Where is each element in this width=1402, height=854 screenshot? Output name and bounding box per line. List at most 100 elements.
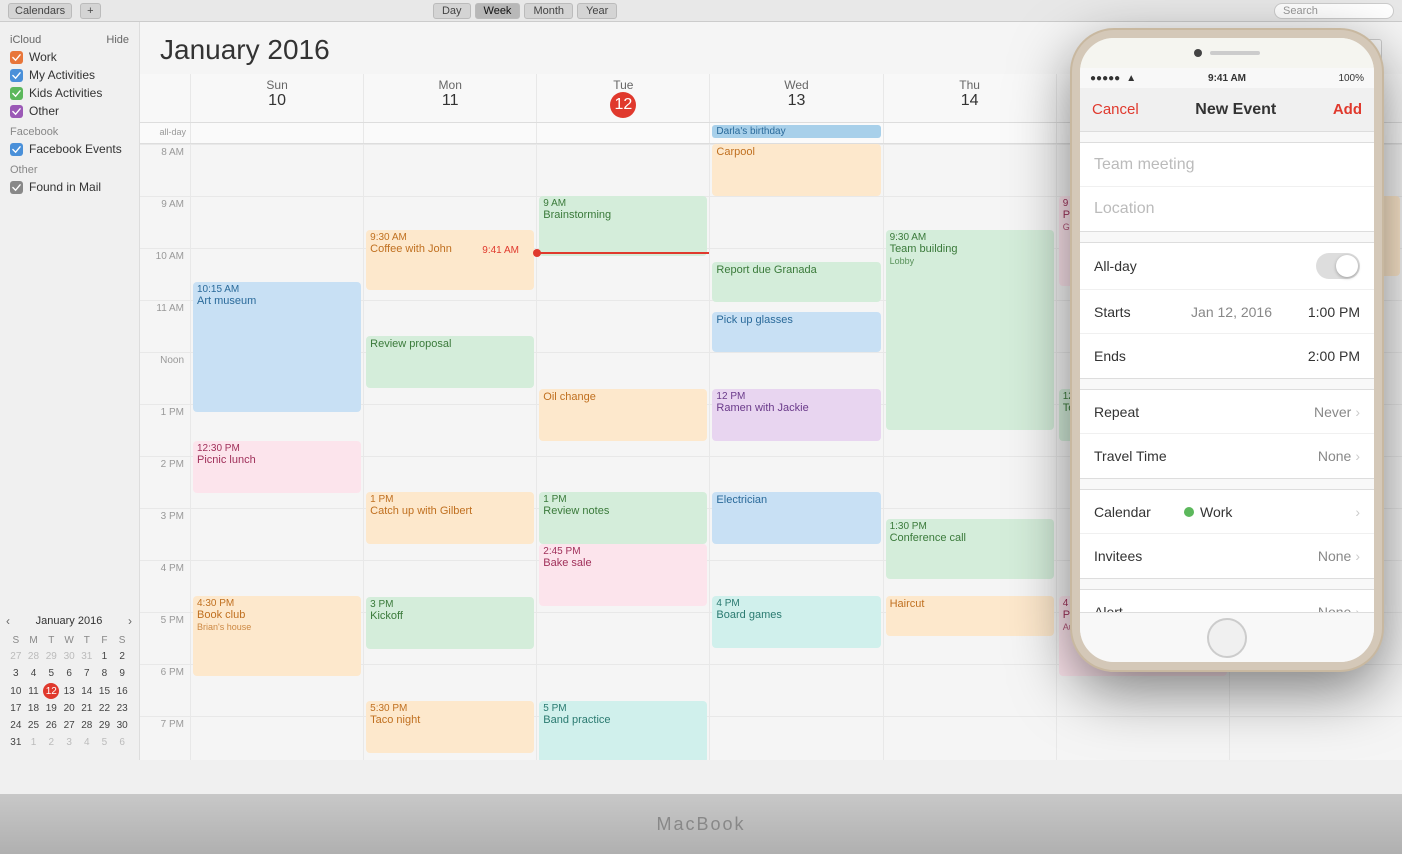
work-checkbox[interactable] (10, 51, 23, 64)
sidebar-item-my-activities[interactable]: My Activities (0, 66, 139, 84)
day-col-wed[interactable]: Carpool Report due Granada Pick up glass… (709, 144, 882, 760)
sidebar-item-facebook-events[interactable]: Facebook Events (0, 140, 139, 158)
invitees-field[interactable]: Invitees None › (1080, 534, 1374, 578)
mini-cal-date[interactable]: 1 (26, 735, 42, 750)
iphone-home-button[interactable] (1207, 618, 1247, 658)
event-kickoff[interactable]: 3 PM Kickoff (366, 597, 534, 649)
mini-cal-date[interactable]: 31 (79, 649, 95, 664)
mini-cal-date[interactable]: 13 (61, 683, 77, 699)
mini-cal-date[interactable]: 16 (114, 683, 130, 699)
found-in-mail-checkbox[interactable] (10, 181, 23, 194)
calendar-field[interactable]: Calendar Work › (1080, 490, 1374, 534)
alert-field[interactable]: Alert None › (1080, 590, 1374, 612)
day-col-sun[interactable]: 10:15 AM Art museum 12:30 PM Picnic lunc… (190, 144, 363, 760)
mini-cal-date[interactable]: 30 (114, 718, 130, 733)
sidebar-item-found-in-mail[interactable]: Found in Mail (0, 178, 139, 196)
sidebar-item-work[interactable]: Work (0, 48, 139, 66)
repeat-field[interactable]: Repeat Never › (1080, 390, 1374, 434)
mini-cal-date[interactable]: 1 (97, 649, 113, 664)
mini-cal-date[interactable]: 29 (97, 718, 113, 733)
event-team-building[interactable]: 9:30 AM Team building Lobby (886, 230, 1054, 430)
day-col-mon[interactable]: 9:30 AM Coffee with John Review proposal… (363, 144, 536, 760)
my-activities-checkbox[interactable] (10, 69, 23, 82)
event-title-field[interactable] (1080, 143, 1374, 187)
mini-cal-today[interactable]: 12 (43, 683, 59, 699)
mini-cal-date[interactable]: 27 (8, 649, 24, 664)
event-location-input[interactable] (1094, 200, 1360, 218)
mini-cal-date[interactable]: 22 (97, 701, 113, 716)
mini-cal-date[interactable]: 26 (43, 718, 59, 733)
event-report-due[interactable]: Report due Granada (712, 262, 880, 302)
allday-cell-mon[interactable] (363, 123, 536, 143)
mini-cal-date[interactable]: 5 (43, 666, 59, 681)
mini-cal-date[interactable]: 7 (79, 666, 95, 681)
mini-cal-date[interactable]: 6 (61, 666, 77, 681)
mini-cal-date[interactable]: 2 (114, 649, 130, 664)
add-calendar-button[interactable]: + (80, 3, 100, 19)
mini-cal-date[interactable]: 3 (8, 666, 24, 681)
mini-cal-date[interactable]: 5 (97, 735, 113, 750)
search-input[interactable]: Search (1274, 3, 1394, 19)
allday-cell-wed[interactable]: Darla's birthday (709, 123, 882, 143)
mini-cal-date[interactable]: 23 (114, 701, 130, 716)
kids-activities-checkbox[interactable] (10, 87, 23, 100)
mini-cal-next[interactable]: › (128, 614, 132, 628)
mini-cal-date[interactable]: 8 (97, 666, 113, 681)
event-band-practice[interactable]: 5 PM Band practice (539, 701, 707, 760)
mini-cal-date[interactable]: 6 (114, 735, 130, 750)
event-art-museum[interactable]: 10:15 AM Art museum (193, 282, 361, 412)
mini-cal-date[interactable]: 25 (26, 718, 42, 733)
event-review-notes[interactable]: 1 PM Review notes (539, 492, 707, 544)
event-title-input[interactable] (1094, 156, 1360, 174)
event-picnic-lunch[interactable]: 12:30 PM Picnic lunch (193, 441, 361, 493)
mini-cal-date[interactable]: 17 (8, 701, 24, 716)
facebook-events-checkbox[interactable] (10, 143, 23, 156)
mini-cal-date[interactable]: 14 (79, 683, 95, 699)
event-conference-call[interactable]: 1:30 PM Conference call (886, 519, 1054, 579)
mini-cal-date[interactable]: 27 (61, 718, 77, 733)
mini-cal-date[interactable]: 28 (26, 649, 42, 664)
event-coffee-with-john[interactable]: 9:30 AM Coffee with John (366, 230, 534, 290)
event-location-field[interactable] (1080, 187, 1374, 231)
event-ramen-jackie[interactable]: 12 PM Ramen with Jackie (712, 389, 880, 441)
event-pick-up-glasses[interactable]: Pick up glasses (712, 312, 880, 352)
allday-cell-thu[interactable] (883, 123, 1056, 143)
starts-field[interactable]: Starts Jan 12, 2016 1:00 PM (1080, 290, 1374, 334)
mini-cal-date[interactable]: 31 (8, 735, 24, 750)
mini-cal-prev[interactable]: ‹ (6, 614, 10, 628)
day-col-thu[interactable]: 9:30 AM Team building Lobby 1:30 PM Conf… (883, 144, 1056, 760)
event-electrician[interactable]: Electrician (712, 492, 880, 544)
hide-label[interactable]: Hide (106, 34, 129, 46)
mini-cal-date[interactable]: 3 (61, 735, 77, 750)
view-month-button[interactable]: Month (524, 3, 573, 19)
mini-cal-date[interactable]: 9 (114, 666, 130, 681)
allday-toggle[interactable] (1316, 253, 1360, 279)
event-brainstorming[interactable]: 9 AM Brainstorming (539, 196, 707, 256)
allday-cell-sun[interactable] (190, 123, 363, 143)
mini-cal-date[interactable]: 24 (8, 718, 24, 733)
mini-cal-date[interactable]: 20 (61, 701, 77, 716)
view-year-button[interactable]: Year (577, 3, 617, 19)
sidebar-item-other[interactable]: Other (0, 102, 139, 120)
event-review-proposal[interactable]: Review proposal (366, 336, 534, 388)
ends-field[interactable]: Ends 2:00 PM (1080, 334, 1374, 378)
mini-cal-date[interactable]: 18 (26, 701, 42, 716)
mini-cal-date[interactable]: 21 (79, 701, 95, 716)
mini-cal-date[interactable]: 19 (43, 701, 59, 716)
calendars-button[interactable]: Calendars (8, 3, 72, 19)
mini-cal-date[interactable]: 11 (26, 683, 42, 699)
add-button[interactable]: Add (1333, 101, 1362, 118)
event-carpool[interactable]: Carpool (712, 144, 880, 196)
sidebar-item-kids-activities[interactable]: Kids Activities (0, 84, 139, 102)
event-book-club[interactable]: 4:30 PM Book club Brian's house (193, 596, 361, 676)
other-checkbox[interactable] (10, 105, 23, 118)
allday-event-darla[interactable]: Darla's birthday (712, 125, 880, 138)
view-day-button[interactable]: Day (433, 3, 471, 19)
mini-cal-date[interactable]: 15 (97, 683, 113, 699)
mini-cal-date[interactable]: 2 (43, 735, 59, 750)
event-bake-sale[interactable]: 2:45 PM Bake sale (539, 544, 707, 606)
event-oil-change[interactable]: Oil change (539, 389, 707, 441)
day-col-tue[interactable]: 9:41 AM 9 AM Brainstorming Oil change 1 … (536, 144, 709, 760)
event-catch-up-gilbert[interactable]: 1 PM Catch up with Gilbert (366, 492, 534, 544)
mini-cal-date[interactable]: 4 (79, 735, 95, 750)
